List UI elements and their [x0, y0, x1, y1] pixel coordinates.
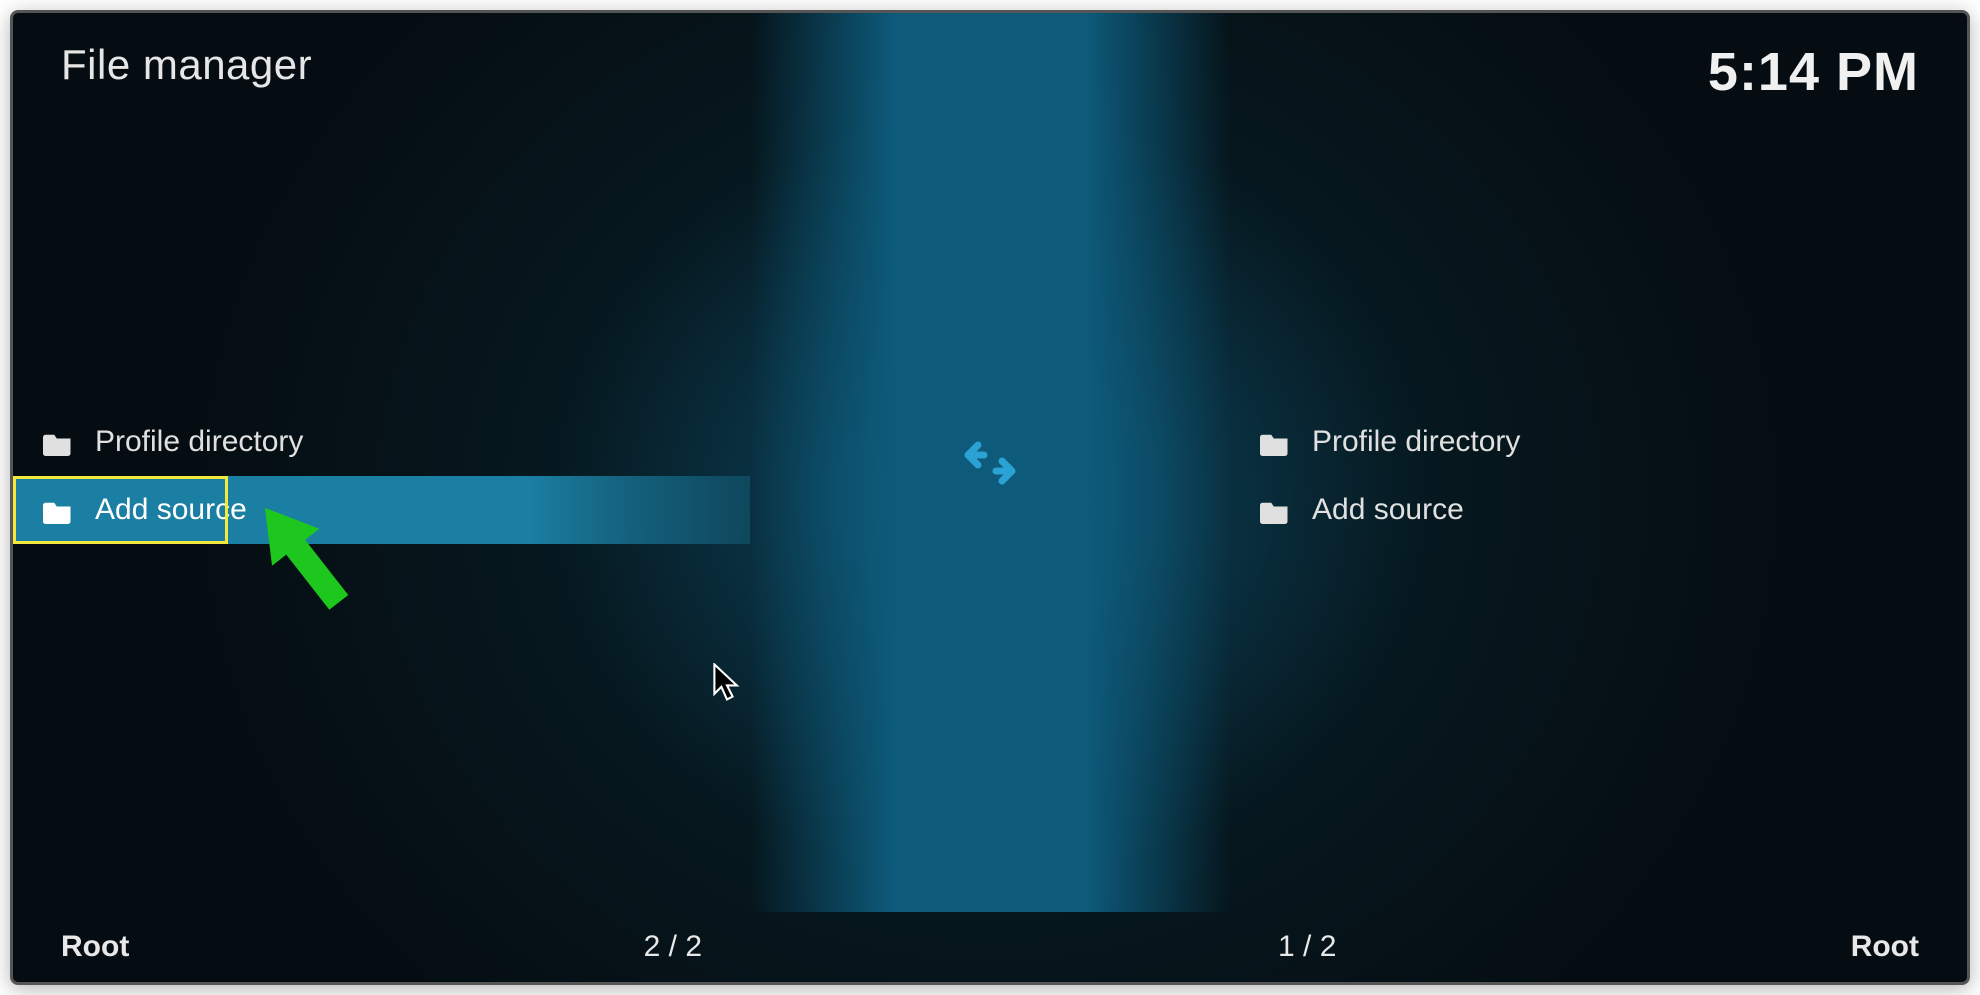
folder-icon: [1260, 498, 1290, 522]
clock: 5:14 PM: [1708, 41, 1919, 103]
list-item[interactable]: Profile directory: [13, 408, 750, 476]
swap-arrows-icon: [958, 431, 1022, 495]
right-path-label: Root: [1851, 930, 1919, 964]
right-pane-list: Profile directory Add source: [1230, 408, 1967, 544]
left-pane-list: Profile directory Add source: [13, 408, 750, 544]
header: File manager 5:14 PM: [13, 13, 1967, 103]
file-manager-window: File manager 5:14 PM Profile directory A…: [10, 10, 1970, 985]
list-item-add-source[interactable]: Add source: [13, 476, 750, 544]
list-item[interactable]: Add source: [1230, 476, 1967, 544]
list-item-label: Add source: [95, 493, 247, 527]
list-item[interactable]: Profile directory: [1230, 408, 1967, 476]
footer: Root 2 / 2 1 / 2 Root: [13, 912, 1967, 982]
page-title: File manager: [61, 41, 312, 89]
folder-icon: [43, 498, 73, 522]
left-path-label: Root: [61, 930, 129, 964]
left-pane[interactable]: Profile directory Add source: [13, 13, 750, 912]
left-count-label: 2 / 2: [644, 930, 702, 964]
footer-gap: [750, 912, 1230, 982]
list-item-label: Profile directory: [95, 425, 303, 459]
right-pane[interactable]: Profile directory Add source: [1230, 13, 1967, 912]
center-divider: [750, 13, 1230, 912]
right-footer: 1 / 2 Root: [1230, 912, 1967, 982]
right-count-label: 1 / 2: [1278, 930, 1336, 964]
list-item-label: Add source: [1312, 493, 1464, 527]
file-panes: Profile directory Add source: [13, 13, 1967, 912]
left-footer: Root 2 / 2: [13, 912, 750, 982]
folder-icon: [43, 430, 73, 454]
list-item-label: Profile directory: [1312, 425, 1520, 459]
folder-icon: [1260, 430, 1290, 454]
